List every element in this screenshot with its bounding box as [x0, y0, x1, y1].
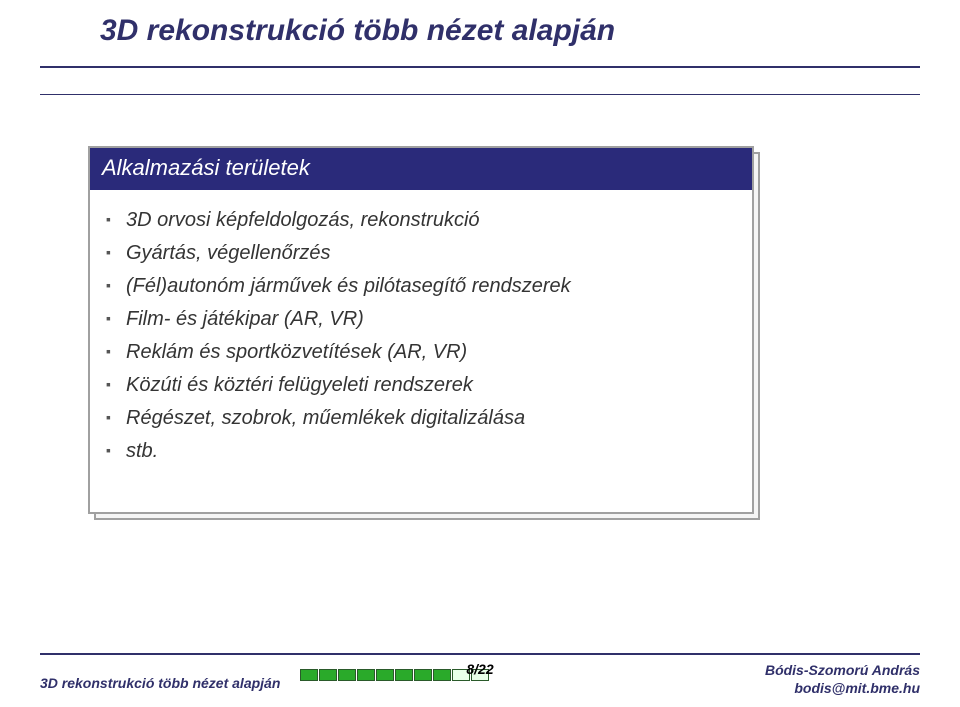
list-item: 3D orvosi képfeldolgozás, rekonstrukció	[126, 204, 732, 237]
slide-title: 3D rekonstrukció több nézet alapján	[100, 14, 615, 48]
title-rule-1	[40, 66, 920, 68]
list-item: Régészet, szobrok, műemlékek digitalizál…	[126, 402, 732, 435]
content-box: Alkalmazási területek 3D orvosi képfeldo…	[88, 146, 754, 514]
footer-left: 3D rekonstrukció több nézet alapján	[40, 675, 280, 691]
title-rule-2	[40, 94, 920, 95]
footer-rule	[40, 653, 920, 655]
list-item: Közúti és köztéri felügyeleti rendszerek	[126, 369, 732, 402]
list-item: Film- és játékipar (AR, VR)	[126, 303, 732, 336]
content-box-header: Alkalmazási területek	[90, 148, 752, 190]
list-item: (Fél)autonóm járművek és pilótasegítő re…	[126, 270, 732, 303]
footer-author: Bódis-Szomorú András	[765, 661, 920, 679]
footer-right: Bódis-Szomorú András bodis@mit.bme.hu	[765, 661, 920, 697]
list-item: stb.	[126, 435, 732, 468]
slide: 3D rekonstrukció több nézet alapján Alka…	[0, 0, 960, 707]
list-item: Gyártás, végellenőrzés	[126, 237, 732, 270]
content-list: 3D orvosi képfeldolgozás, rekonstrukcióG…	[90, 190, 752, 468]
list-item: Reklám és sportközvetítések (AR, VR)	[126, 336, 732, 369]
footer-email: bodis@mit.bme.hu	[765, 679, 920, 697]
